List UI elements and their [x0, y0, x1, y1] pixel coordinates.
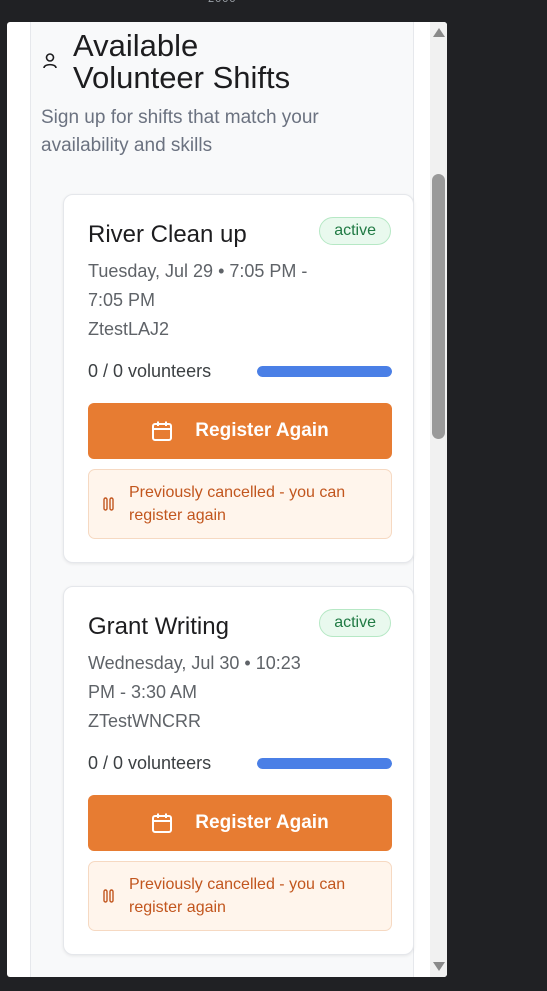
- status-badge: active: [319, 217, 391, 245]
- volunteer-count: 0 / 0 volunteers: [88, 753, 212, 773]
- pause-icon: [103, 889, 114, 903]
- shift-card: Grant Writing active Wednesday, Jul 30 •…: [63, 586, 414, 955]
- scrollbar-thumb[interactable]: [432, 174, 445, 439]
- partial-top-text: 2000: [208, 0, 236, 5]
- progress-fill: [257, 366, 392, 377]
- shift-organization: ZtestLAJ2: [88, 319, 170, 339]
- volunteer-count: 0 / 0 volunteers: [88, 361, 212, 381]
- register-again-label: Register Again: [195, 812, 329, 833]
- user-icon: [41, 52, 59, 70]
- scroll-down-arrow-icon[interactable]: [433, 962, 445, 971]
- cancellation-notice: Previously cancelled - you can register …: [88, 469, 392, 539]
- shift-card: River Clean up active Tuesday, Jul 29 • …: [63, 194, 414, 563]
- page-title-line-1: Available: [73, 28, 199, 63]
- notice-text: Previously cancelled - you can register …: [129, 876, 346, 916]
- shift-datetime: Tuesday, Jul 29 • 7:05 PM - 7:05 PM: [88, 261, 308, 310]
- volunteer-row: 0 / 0 volunteers: [88, 361, 392, 382]
- calendar-icon: [152, 813, 173, 833]
- calendar-icon: [152, 421, 173, 441]
- vertical-scrollbar[interactable]: [430, 22, 447, 977]
- shift-meta: Tuesday, Jul 29 • 7:05 PM - 7:05 PM Ztes…: [88, 257, 318, 344]
- shift-meta: Wednesday, Jul 30 • 10:23 PM - 3:30 AM Z…: [88, 649, 318, 736]
- status-badge: active: [319, 609, 391, 637]
- pause-icon: [103, 497, 114, 511]
- volunteer-progress-bar: [257, 758, 392, 769]
- page-header: Available Volunteer Shifts Sign up for s…: [41, 30, 401, 160]
- cancellation-notice: Previously cancelled - you can register …: [88, 861, 392, 931]
- shift-organization: ZTestWNCRR: [88, 711, 201, 731]
- shift-title: Grant Writing: [88, 613, 229, 640]
- register-again-label: Register Again: [195, 420, 329, 441]
- volunteer-row: 0 / 0 volunteers: [88, 753, 392, 774]
- shifts-window: Available Volunteer Shifts Sign up for s…: [7, 22, 447, 977]
- shift-datetime: Wednesday, Jul 30 • 10:23 PM - 3:30 AM: [88, 653, 301, 702]
- page-title: Available Volunteer Shifts: [73, 30, 290, 94]
- shift-title: River Clean up: [88, 221, 247, 248]
- title-row: Available Volunteer Shifts: [41, 30, 401, 94]
- page-subtitle: Sign up for shifts that match your avail…: [41, 107, 319, 156]
- volunteer-progress-bar: [257, 366, 392, 377]
- register-again-button[interactable]: Register Again: [88, 795, 392, 851]
- notice-text: Previously cancelled - you can register …: [129, 484, 346, 524]
- scroll-up-arrow-icon[interactable]: [433, 28, 445, 37]
- register-again-button[interactable]: Register Again: [88, 403, 392, 459]
- page-title-line-2: Volunteer Shifts: [73, 60, 291, 95]
- progress-fill: [257, 758, 392, 769]
